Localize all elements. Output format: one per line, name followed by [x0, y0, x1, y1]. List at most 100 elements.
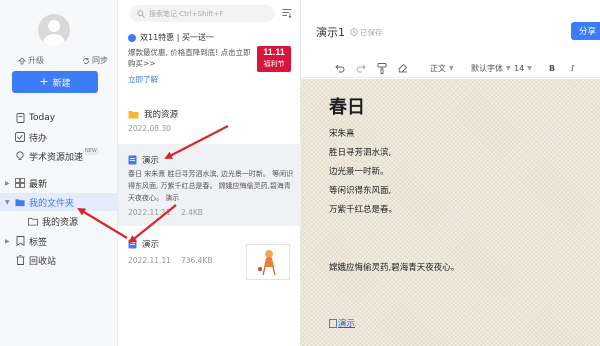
attachment-icon: [329, 318, 337, 328]
clock-icon: [350, 28, 358, 36]
promo-link[interactable]: 立即了解: [128, 74, 158, 85]
note-meta: 2022.11.11 736.4KB: [128, 256, 213, 265]
promo-banner[interactable]: 双11特惠 | 买一送一 爆款最优惠, 价格直降到底! 点击立即购买>> 立即了…: [118, 26, 301, 90]
chevron-down-icon: ▼: [449, 64, 454, 72]
doc-line: 嫦娥应悔偷灵药,碧海青天夜夜心。: [329, 263, 460, 273]
sidebar-item-trash[interactable]: 回收站: [0, 251, 118, 269]
eraser-icon[interactable]: [398, 62, 408, 74]
promo-badge[interactable]: 11.11 福利节: [257, 46, 291, 72]
folder-icon: [15, 197, 25, 207]
sidebar-item-label: 我的资源: [42, 217, 79, 228]
promo-icon: [128, 33, 136, 42]
new-badge: NEW: [83, 148, 99, 155]
sidebar-item-label: 最新: [29, 179, 48, 190]
chevron-right-icon[interactable]: ▶: [5, 238, 10, 245]
sidebar-item-label: 待办: [29, 133, 48, 144]
note-thumbnail: [246, 244, 290, 280]
share-button[interactable]: 分享: [571, 22, 600, 40]
format-toolbar: 正文 ▼ 默认字体 ▼ 14 ▼ B I: [301, 56, 600, 78]
save-status: 已保存: [350, 27, 383, 38]
sidebar-item-today[interactable]: Today: [0, 109, 118, 127]
sidebar-item-label: 我的文件夹: [29, 198, 75, 209]
sidebar-item-my-resources[interactable]: 我的资源: [0, 212, 118, 230]
doc-attachment-link[interactable]: 演示: [329, 317, 355, 329]
sync-icon: [83, 57, 89, 64]
chevron-right-icon[interactable]: ▶: [5, 180, 10, 187]
doc-line: 边光景一时新。: [329, 167, 389, 177]
search-placeholder: 搜索笔记 Ctrl+Shift+F: [149, 9, 224, 18]
sync-label: 同步: [92, 56, 108, 65]
italic-button[interactable]: I: [571, 62, 574, 74]
note-title: 我的资源: [128, 108, 178, 120]
chevron-down-icon: ▼: [527, 64, 532, 72]
promo-badge-bottom: 福利节: [263, 60, 285, 68]
sync-button[interactable]: 同步: [82, 55, 108, 66]
note-title: 演示: [128, 238, 159, 250]
note-meta: 2022.08.30: [128, 124, 171, 133]
upgrade-button[interactable]: 升级: [18, 55, 44, 66]
cartoon-figure-icon: [258, 250, 276, 276]
plus-icon: +: [39, 75, 49, 88]
bookmark-icon: [15, 236, 25, 246]
upgrade-label: 升级: [28, 56, 44, 65]
chevron-down-icon[interactable]: ▼: [5, 199, 10, 206]
font-family-select[interactable]: 默认字体 ▼: [471, 62, 511, 74]
note-card-selected[interactable]: 演示 春日 宋朱熹 胜日寻芳泗水滨, 边光景一时新。 等闲识得东风面, 万紫千红…: [118, 144, 301, 226]
note-date: 2022.11.11: [128, 208, 171, 217]
font-size-select[interactable]: 14 ▼: [514, 62, 532, 74]
sidebar-item-label: 回收站: [29, 256, 57, 267]
sidebar-item-label: 标签: [29, 237, 48, 248]
note-list: 搜索笔记 Ctrl+Shift+F 双11特惠 | 买一送一 爆款最优惠, 价格…: [118, 0, 301, 346]
sidebar-item-label: Today: [29, 113, 56, 123]
document-icon: [128, 155, 137, 165]
folder-icon: [128, 110, 139, 118]
doc-line: 等闲识得东风面,: [329, 186, 392, 196]
note-size: 736.4KB: [180, 256, 213, 265]
doc-heading: 春日: [329, 97, 365, 118]
sidebar-item-tags[interactable]: ▶ 标签: [0, 232, 118, 250]
paragraph-style-select[interactable]: 正文 ▼: [430, 62, 454, 74]
doc-line: 万紫千红总是春。: [329, 205, 398, 215]
bold-button[interactable]: B: [549, 62, 555, 74]
note-card-folder[interactable]: 我的资源 2022.08.30: [118, 100, 301, 142]
user-actions: 升级 同步: [18, 55, 108, 66]
note-title: 演示: [128, 154, 159, 166]
sidebar-item-label: 学术资源加速: [29, 152, 84, 163]
grid-icon: [15, 178, 25, 188]
new-button[interactable]: + 新建: [12, 71, 98, 93]
format-painter-icon[interactable]: [377, 62, 387, 74]
sidebar-item-todo[interactable]: 待办: [0, 128, 118, 146]
note-card[interactable]: 演示 2022.11.11 736.4KB: [118, 228, 301, 290]
folder-icon: [28, 216, 38, 226]
doc-line: 胜日寻芳泗水滨,: [329, 148, 392, 158]
redo-icon[interactable]: [356, 62, 366, 74]
sort-icon[interactable]: [282, 8, 292, 18]
search-input[interactable]: 搜索笔记 Ctrl+Shift+F: [130, 5, 275, 22]
promo-description: 爆款最优惠, 价格直降到底! 点击立即购买>>: [128, 48, 251, 68]
note-meta: 2022.11.11 2.4KB: [128, 208, 203, 217]
note-preview: 春日 宋朱熹 胜日寻芳泗水滨, 边光景一时新。 等闲识得东风面, 万紫千红总是春…: [128, 170, 294, 202]
upgrade-icon: [18, 56, 26, 64]
document-body[interactable]: 春日 宋朱熹 胜日寻芳泗水滨, 边光景一时新。 等闲识得东风面, 万紫千红总是春…: [301, 79, 600, 346]
sidebar-item-latest[interactable]: ▶ 最新: [0, 174, 118, 192]
undo-icon[interactable]: [335, 62, 345, 74]
sidebar: 升级 同步 + 新建 Today 待办 学术资源加速 NEW ▶ 最新 ▼ 我的…: [0, 0, 118, 346]
sidebar-item-academic[interactable]: 学术资源加速 NEW: [0, 147, 118, 165]
note-size: 2.4KB: [180, 208, 203, 217]
editor: 演示1 已保存 分享 正文 ▼ 默认字体 ▼ 14 ▼ B I 春日 宋朱熹 胜…: [301, 0, 600, 346]
new-button-label: 新建: [52, 78, 71, 89]
chevron-down-icon: ▼: [506, 64, 511, 72]
note-date: 2022.11.11: [128, 256, 171, 265]
document-icon: [15, 113, 25, 123]
note-date: 2022.08.30: [128, 124, 171, 133]
lightbulb-icon: [15, 151, 25, 161]
note-title-bar: 演示1 已保存: [316, 24, 383, 40]
avatar[interactable]: [38, 14, 70, 46]
promo-badge-top: 11.11: [263, 47, 285, 57]
doc-line: 宋朱熹: [329, 129, 355, 139]
sidebar-item-my-folders[interactable]: ▼ 我的文件夹: [0, 193, 118, 211]
trash-icon: [15, 255, 25, 265]
checkbox-icon: [15, 132, 25, 142]
document-icon: [128, 239, 137, 249]
editor-title[interactable]: 演示1: [316, 24, 345, 40]
